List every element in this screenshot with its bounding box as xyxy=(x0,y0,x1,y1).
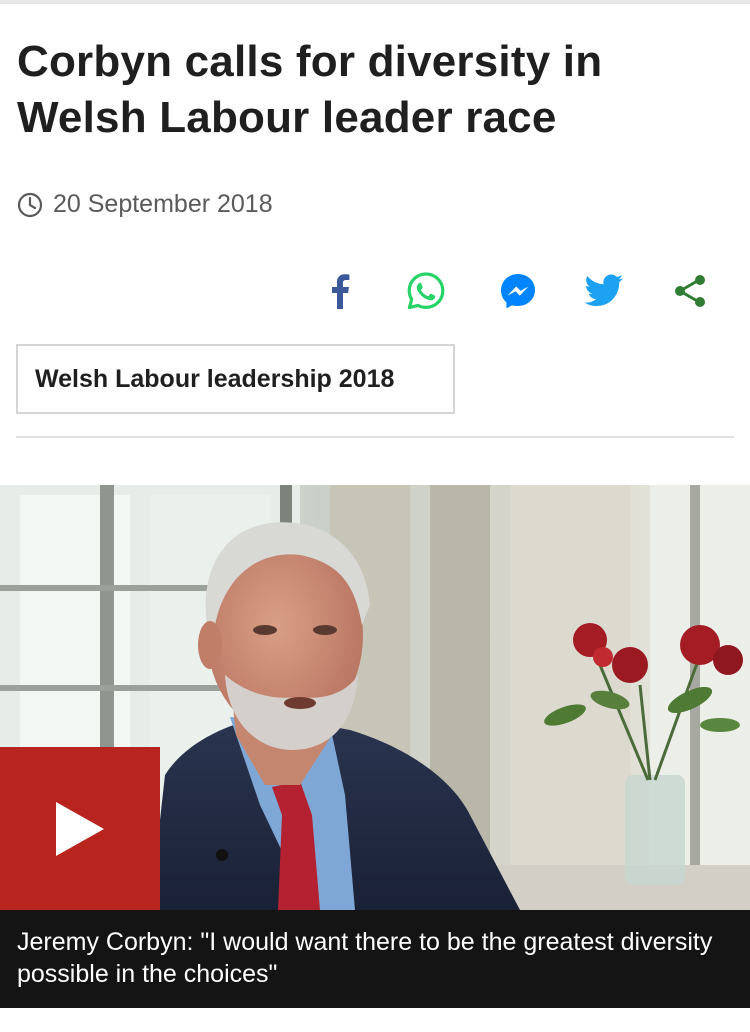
article-headline: Corbyn calls for diversity in Welsh Labo… xyxy=(17,37,603,142)
video-caption: Jeremy Corbyn: "I would want there to be… xyxy=(0,910,750,1008)
share-icon xyxy=(675,275,705,307)
share-toolbar xyxy=(315,268,715,314)
topic-tag-link[interactable]: Welsh Labour leadership 2018 xyxy=(16,344,455,414)
play-icon xyxy=(56,801,104,856)
article-dateline: 20 September 2018 xyxy=(17,190,273,219)
whatsapp-share-button[interactable] xyxy=(403,268,449,314)
article-date: 20 September 2018 xyxy=(53,190,273,218)
messenger-icon xyxy=(501,274,535,309)
section-divider xyxy=(16,436,734,438)
twitter-icon xyxy=(584,274,623,306)
share-button[interactable] xyxy=(667,268,713,314)
messenger-share-button[interactable] xyxy=(495,268,541,314)
video-play-button[interactable] xyxy=(0,747,160,910)
top-divider xyxy=(0,0,750,4)
twitter-share-button[interactable] xyxy=(581,268,627,314)
clock-icon xyxy=(17,192,43,217)
facebook-share-button[interactable] xyxy=(317,268,363,314)
whatsapp-icon xyxy=(407,272,445,310)
facebook-icon xyxy=(332,274,350,309)
